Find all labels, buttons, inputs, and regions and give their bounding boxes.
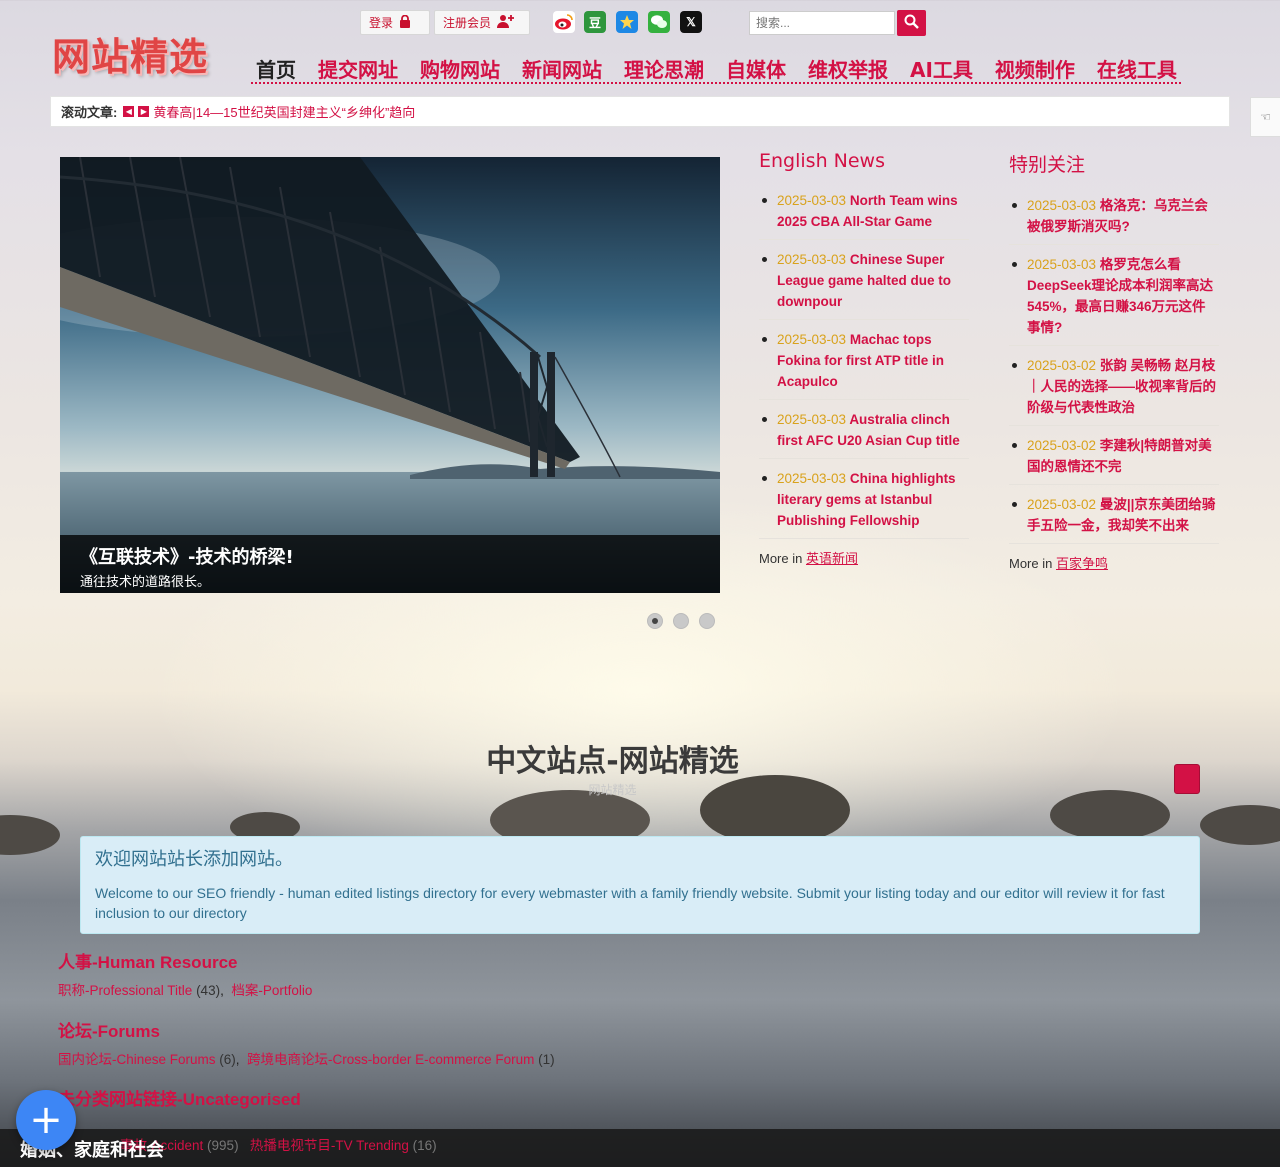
list-item[interactable]: 2025-03-03 China highlights literary gem… — [759, 468, 969, 539]
nav-item-rights[interactable]: 维权举报 — [808, 54, 888, 82]
login-button[interactable]: 登录 — [360, 10, 430, 35]
list-item[interactable]: 2025-03-03 格罗克怎么看DeepSeek理论成本利润率高达545%，最… — [1009, 254, 1219, 346]
weibo-icon[interactable] — [553, 11, 575, 33]
red-square-button[interactable] — [1174, 764, 1200, 794]
welcome-text: Welcome to our SEO friendly - human edit… — [95, 885, 1165, 921]
add-user-icon — [497, 14, 515, 31]
x-icon[interactable]: 𝕏 — [680, 11, 702, 33]
slide-subtitle: 通往技术的道路很长。 — [80, 574, 211, 589]
register-label: 注册会员 — [443, 16, 492, 30]
background-rock — [1200, 805, 1280, 845]
subcategory-link[interactable]: 职称-Professional Title — [58, 983, 192, 998]
slider-dot-1[interactable] — [647, 613, 663, 629]
nav-item-ai-tools[interactable]: AI工具 — [910, 54, 973, 82]
bottom-category-bar: 事故-Accident (995) 热播电视节目-TV Trending (16… — [0, 1129, 1280, 1167]
special-category-link[interactable]: 百家争鸣 — [1056, 556, 1108, 571]
section-title: 中文站点-网站精选 — [486, 744, 739, 779]
category-title[interactable]: 人事-Human Resource — [58, 948, 312, 973]
pointer-icon: ☜ — [1260, 110, 1271, 124]
nav-item-media[interactable]: 自媒体 — [726, 54, 786, 82]
wechat-icon[interactable] — [648, 11, 670, 33]
lock-icon — [399, 14, 411, 31]
list-item[interactable]: 2025-03-03 North Team wins 2025 CBA All-… — [759, 190, 969, 240]
douban-icon[interactable]: 豆 — [584, 11, 606, 33]
nav-item-theory[interactable]: 理论思潮 — [624, 54, 704, 82]
register-button[interactable]: 注册会员 — [434, 10, 530, 35]
special-focus-module: 特别关注 2025-03-03 格洛克：乌克兰会被俄罗斯消灭吗? 2025-03… — [1009, 150, 1219, 572]
nav-item-home[interactable]: 首页 — [256, 54, 296, 82]
list-item[interactable]: 2025-03-03 Chinese Super League game hal… — [759, 249, 969, 320]
section-subtitle: 网站精选 — [588, 783, 637, 797]
image-slider[interactable]: 《互联技术》-技术的桥梁! 通往技术的道路很长。 — [60, 157, 720, 593]
category-block: 人事-Human Resource 职称-Professional Title … — [58, 948, 312, 999]
qzone-icon[interactable] — [616, 11, 638, 33]
list-item[interactable]: 2025-03-03 Machac tops Fokina for first … — [759, 329, 969, 400]
list-item[interactable]: 2025-03-02 曼波||京东美团给骑手五险一金，我却笑不出来 — [1009, 494, 1219, 544]
category-title[interactable]: 论坛-Forums — [58, 1017, 555, 1042]
slider-dot-2[interactable] — [673, 613, 689, 629]
welcome-alert: 欢迎网站站长添加网站。 Welcome to our SEO friendly … — [80, 836, 1200, 934]
nav-item-video[interactable]: 视频制作 — [995, 54, 1075, 82]
more-in-english-news: More in 英语新闻 — [759, 551, 858, 566]
add-button[interactable]: + — [16, 1090, 76, 1150]
nav-item-submit[interactable]: 提交网址 — [318, 54, 398, 82]
subcategory-link[interactable]: 跨境电商论坛-Cross-border E-commerce Forum — [247, 1052, 534, 1067]
side-panel-toggle[interactable]: ☜ — [1250, 97, 1280, 137]
bridge-image — [60, 157, 720, 593]
list-item[interactable]: 2025-03-02 李建秋|特朗普对美国的恩情还不完 — [1009, 435, 1219, 485]
bottom-links: 事故-Accident (995) 热播电视节目-TV Trending (16… — [120, 1138, 437, 1153]
search-input[interactable] — [749, 11, 895, 35]
scrolling-articles-bar: 滚动文章: ◀ ▶ 黄春高|14—15世纪英国封建主义“乡绅化”趋向 — [50, 96, 1230, 127]
category-title[interactable]: 未分类网站链接-Uncategorised — [58, 1085, 301, 1110]
subcategory-link[interactable]: 热播电视节目-TV Trending — [250, 1138, 409, 1153]
more-in-special: More in 百家争鸣 — [1009, 556, 1108, 571]
login-label: 登录 — [369, 16, 394, 30]
nav-item-news[interactable]: 新闻网站 — [522, 54, 602, 82]
next-arrow-icon[interactable]: ▶ — [138, 106, 150, 117]
slide-caption: 《互联技术》-技术的桥梁! 通往技术的道路很长。 — [60, 535, 720, 593]
background-rock — [0, 815, 60, 855]
plus-icon: + — [29, 1097, 63, 1143]
welcome-heading: 欢迎网站站长添加网站。 — [95, 849, 293, 870]
english-news-heading: English News — [759, 150, 885, 172]
slider-dot-3[interactable] — [699, 613, 715, 629]
slide-title: 《互联技术》-技术的桥梁! — [80, 547, 294, 568]
ticker-label: 滚动文章: — [61, 105, 118, 120]
list-item[interactable]: 2025-03-02 张韵 吴畅畅 赵月枝｜人民的选择——收视率背后的阶级与代表… — [1009, 355, 1219, 426]
list-item[interactable]: 2025-03-03 Australia clinch first AFC U2… — [759, 409, 969, 459]
subcategory-link[interactable]: 档案-Portfolio — [231, 983, 312, 998]
nav-item-online-tools[interactable]: 在线工具 — [1097, 54, 1177, 82]
special-focus-heading: 特别关注 — [1009, 154, 1086, 176]
ticker-article-link[interactable]: 黄春高|14—15世纪英国封建主义“乡绅化”趋向 — [153, 102, 415, 121]
main-navigation: 首页 提交网址 购物网站 新闻网站 理论思潮 自媒体 维权举报 AI工具 视频制… — [251, 54, 1181, 84]
search-icon — [904, 14, 919, 32]
nav-item-shopping[interactable]: 购物网站 — [420, 54, 500, 82]
english-news-category-link[interactable]: 英语新闻 — [806, 551, 858, 566]
category-block: 论坛-Forums 国内论坛-Chinese Forums (6), 跨境电商论… — [58, 1017, 555, 1068]
list-item[interactable]: 2025-03-03 格洛克：乌克兰会被俄罗斯消灭吗? — [1009, 195, 1219, 245]
subcategory-link[interactable]: 国内论坛-Chinese Forums — [58, 1052, 216, 1067]
search-button[interactable] — [897, 10, 926, 36]
prev-arrow-icon[interactable]: ◀ — [123, 106, 135, 117]
english-news-module: English News 2025-03-03 North Team wins … — [759, 150, 969, 567]
site-logo[interactable]: 网站精选 — [52, 26, 208, 81]
category-block: 未分类网站链接-Uncategorised — [58, 1085, 301, 1110]
